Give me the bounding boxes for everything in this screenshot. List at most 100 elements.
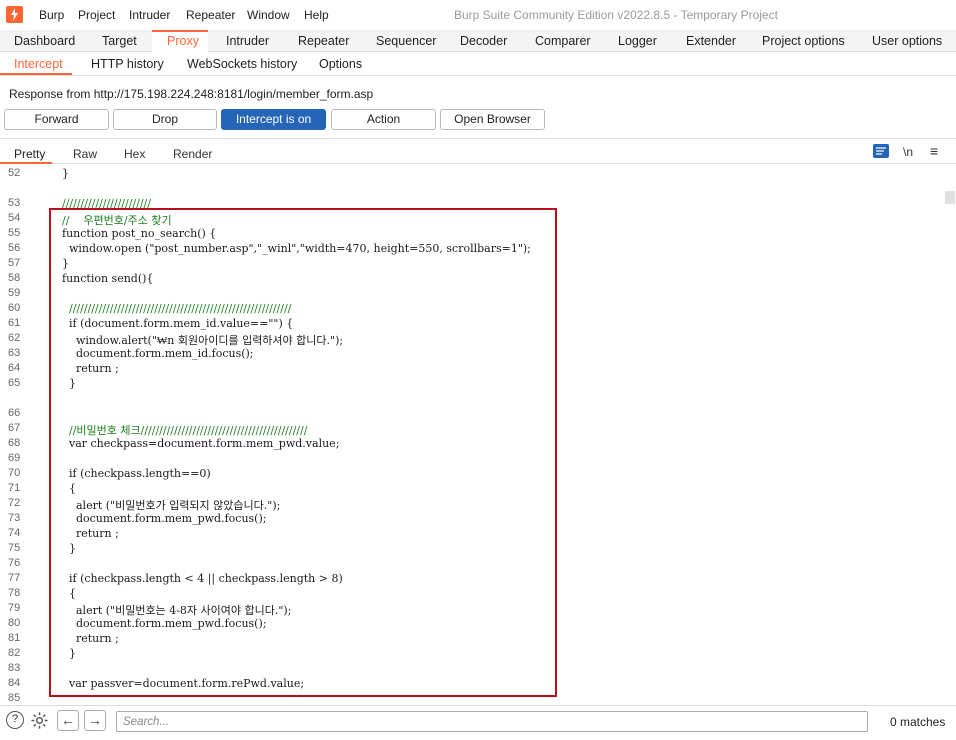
line-number: 63 [8,347,21,359]
view-tab-hex[interactable]: Hex [124,147,145,161]
tab-logger[interactable]: Logger [618,34,657,48]
tab-decoder[interactable]: Decoder [460,34,507,48]
code-line[interactable]: 69 [0,452,942,467]
tab-repeater[interactable]: Repeater [298,34,349,48]
code-text: document.form.mem_id.focus(); [62,347,254,360]
menu-repeater[interactable]: Repeater [186,8,235,22]
code-line[interactable]: 82 } [0,647,942,662]
code-line[interactable]: 85 [0,692,942,705]
tab-dashboard[interactable]: Dashboard [14,34,75,48]
line-number: 55 [8,227,21,239]
burp-logo-icon [6,6,23,23]
line-number: 67 [8,422,21,434]
code-line[interactable]: 59 [0,287,942,302]
open-browser-button[interactable]: Open Browser [440,109,545,130]
view-tab-raw[interactable]: Raw [73,147,97,161]
tab-user-options[interactable]: User options [872,34,942,48]
editor-scrollbar[interactable] [942,165,956,705]
code-line[interactable]: 52} [0,167,942,182]
menu-window[interactable]: Window [247,8,290,22]
code-line[interactable]: 60 /////////////////////////////////////… [0,302,942,317]
line-number: 70 [8,467,21,479]
code-line[interactable]: 56 window.open ("post_number.asp","_winl… [0,242,942,257]
code-text: document.form.mem_pwd.focus(); [62,512,267,525]
code-line[interactable]: 66 [0,407,942,422]
code-line[interactable]: 81 return ; [0,632,942,647]
tab-sequencer[interactable]: Sequencer [376,34,436,48]
view-tab-pretty[interactable]: Pretty [14,147,45,161]
code-text: //////////////////////// [62,197,151,210]
forward-button[interactable]: Forward [4,109,109,130]
line-number: 61 [8,317,21,329]
subtab-underline [0,73,72,75]
code-line[interactable]: 78 { [0,587,942,602]
code-text: window.open ("post_number.asp","_winl","… [62,242,531,255]
code-text: var passver=document.form.rePwd.value; [62,677,305,690]
code-line[interactable]: 73 document.form.mem_pwd.focus(); [0,512,942,527]
code-line[interactable]: 65 } [0,377,942,392]
menu-intruder[interactable]: Intruder [129,8,170,22]
code-line[interactable]: 70 if (checkpass.length==0) [0,467,942,482]
intercept-toggle-button[interactable]: Intercept is on [221,109,326,130]
code-line[interactable]: 79 alert ("비밀번호는 4-8자 사이여야 합니다."); [0,602,942,617]
menu-help[interactable]: Help [304,8,329,22]
code-line[interactable]: 61 if (document.form.mem_id.value=="") { [0,317,942,332]
tab-target[interactable]: Target [102,34,137,48]
code-text: } [62,647,76,660]
code-line[interactable]: 55 function post_no_search() { [0,227,942,242]
code-editor[interactable]: 52} 53 //////////////////////// 54 // 우편번호/주… [0,165,942,705]
code-line[interactable]: 53 //////////////////////// [0,197,942,212]
code-line[interactable]: 74 return ; [0,527,942,542]
code-text: return ; [62,362,119,375]
code-line[interactable]: 77 if (checkpass.length < 4 || checkpass… [0,572,942,587]
show-newlines-icon[interactable]: \n [903,145,913,159]
code-text: //비밀번호 체크///////////////////////////////… [62,424,308,437]
line-number: 80 [8,617,21,629]
code-line[interactable]: 84 var passver=document.form.rePwd.value… [0,677,942,692]
line-number: 77 [8,572,21,584]
code-line[interactable]: 54 // 우편번호/주소 찾기 [0,212,942,227]
subtab-intercept[interactable]: Intercept [14,57,63,71]
code-line[interactable]: 64 return ; [0,362,942,377]
tab-extender[interactable]: Extender [686,34,736,48]
line-number: 73 [8,512,21,524]
search-input[interactable] [116,711,868,732]
help-icon[interactable]: ? [6,711,24,729]
previous-match-button[interactable]: ← [57,710,79,731]
tab-project-options[interactable]: Project options [762,34,845,48]
code-line[interactable]: 83 [0,662,942,677]
code-line[interactable]: 71 { [0,482,942,497]
code-line[interactable]: 58 function send(){ [0,272,942,287]
line-number: 74 [8,527,21,539]
menu-icon[interactable]: ≡ [930,143,938,159]
code-text: document.form.mem_pwd.focus(); [62,617,267,630]
next-match-button[interactable]: → [84,710,106,731]
menu-project[interactable]: Project [78,8,115,22]
code-line[interactable]: 67 //비밀번호 체크////////////////////////////… [0,422,942,437]
code-text: } [62,257,69,270]
drop-button[interactable]: Drop [113,109,217,130]
view-tab-underline [0,162,52,164]
subtab-options[interactable]: Options [319,57,362,71]
code-line[interactable]: 63 document.form.mem_id.focus(); [0,347,942,362]
action-button[interactable]: Action [331,109,436,130]
code-line[interactable]: 80 document.form.mem_pwd.focus(); [0,617,942,632]
code-line[interactable]: 57} [0,257,942,272]
view-tab-render[interactable]: Render [173,147,212,161]
code-line[interactable]: 68 var checkpass=document.form.mem_pwd.v… [0,437,942,452]
menu-burp[interactable]: Burp [39,8,64,22]
tab-comparer[interactable]: Comparer [535,34,591,48]
subtab-websockets-history[interactable]: WebSockets history [187,57,297,71]
subtab-http-history[interactable]: HTTP history [91,57,164,71]
scrollbar-thumb[interactable] [945,191,955,204]
code-line[interactable]: 72 alert ("비밀번호가 입력되지 않았습니다."); [0,497,942,512]
tab-proxy[interactable]: Proxy [167,34,199,48]
settings-gear-icon[interactable] [30,711,49,733]
line-number: 72 [8,497,21,509]
code-line[interactable]: 62 window.alert("₩n 회원아이디를 입력하셔야 합니다."); [0,332,942,347]
tab-intruder[interactable]: Intruder [226,34,269,48]
code-text: if (checkpass.length==0) [62,467,211,480]
code-line[interactable]: 75 } [0,542,942,557]
wrap-lines-icon[interactable] [873,144,889,158]
code-line[interactable]: 76 [0,557,942,572]
